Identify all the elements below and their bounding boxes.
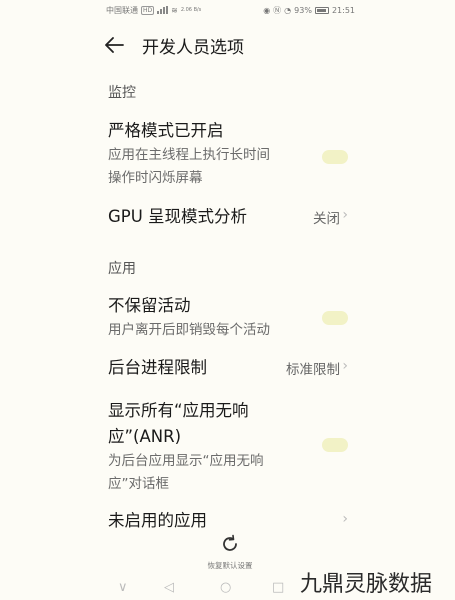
eye-icon: ◉ <box>263 5 271 15</box>
setting-value: 标准限制 <box>286 362 340 378</box>
battery-percent: 93% <box>294 5 312 15</box>
refresh-icon <box>223 534 237 551</box>
chevron-right-icon: › <box>342 358 348 374</box>
setting-value: 关闭 <box>313 211 340 227</box>
section-label-apps: 应用 <box>108 261 136 277</box>
nav-back-icon[interactable]: ◁ <box>164 580 174 595</box>
setting-show-all-anr[interactable]: 显示所有“应用无响 应”(ANR) 为后台应用显示“应用无响 应”对话框 <box>108 398 348 496</box>
setting-title: 严格模式已开启 <box>108 121 224 140</box>
carrier-label: 中国联通 <box>106 5 138 15</box>
setting-background-process-limit[interactable]: 后台进程限制 标准限制 › <box>108 355 348 383</box>
nav-home-icon[interactable]: ○ <box>220 580 231 595</box>
setting-title: 未启用的应用 <box>108 511 207 530</box>
status-right: ◉ Ⓝ ◔ 93% 21:51 <box>263 5 355 16</box>
setting-title: 不保留活动 <box>108 296 191 315</box>
setting-strict-mode[interactable]: 严格模式已开启 应用在主线程上执行长时间 操作时闪烁屏幕 <box>108 118 348 190</box>
chevron-right-icon: › <box>342 207 348 223</box>
setting-gpu-profile[interactable]: GPU 呈现模式分析 关闭 › <box>108 204 348 232</box>
strict-mode-toggle[interactable] <box>322 150 348 164</box>
setting-title: 应”(ANR) <box>108 427 182 446</box>
header: 开发人员选项 <box>104 30 244 60</box>
nav-collapse-icon[interactable]: ∨ <box>118 580 128 595</box>
net-speed: 2.06 B/s <box>180 7 202 13</box>
setting-desc: 为后台应用显示“应用无响 <box>108 453 264 469</box>
status-left: 中国联通 HD ≋ 2.06 B/s <box>106 5 201 16</box>
wifi-icon: ≋ <box>171 5 178 15</box>
setting-desc: 用户离开后即销毁每个活动 <box>108 322 270 338</box>
setting-desc: 应”对话框 <box>108 476 169 492</box>
section-label-monitoring: 监控 <box>108 85 136 101</box>
setting-inactive-apps[interactable]: 未启用的应用 › <box>108 508 348 530</box>
watermark: 九鼎灵脉数据 <box>300 572 433 597</box>
status-bar: 中国联通 HD ≋ 2.06 B/s ◉ Ⓝ ◔ 93% 21:51 <box>0 0 455 20</box>
alarm-icon: ◔ <box>284 5 292 15</box>
battery-icon <box>314 6 329 14</box>
page-title: 开发人员选项 <box>142 37 244 58</box>
nav-recents-icon[interactable]: □ <box>272 580 284 595</box>
setting-dont-keep-activities[interactable]: 不保留活动 用户离开后即销毁每个活动 <box>108 293 348 343</box>
setting-desc: 操作时闪烁屏幕 <box>108 170 203 186</box>
chevron-right-icon: › <box>342 511 348 527</box>
setting-title: GPU 呈现模式分析 <box>108 207 248 226</box>
signal-icon <box>157 6 169 14</box>
setting-desc: 应用在主线程上执行长时间 <box>108 147 270 163</box>
hd-badge: HD <box>141 5 155 15</box>
clock: 21:51 <box>331 5 355 15</box>
show-anr-toggle[interactable] <box>322 438 348 452</box>
nfc-icon: Ⓝ <box>273 5 282 15</box>
reset-defaults-button[interactable]: 恢复默认设置 <box>190 534 270 571</box>
back-arrow-icon[interactable] <box>104 31 132 59</box>
dont-keep-activities-toggle[interactable] <box>322 311 348 325</box>
reset-defaults-label: 恢复默认设置 <box>207 561 253 570</box>
setting-title: 显示所有“应用无响 <box>108 401 249 420</box>
